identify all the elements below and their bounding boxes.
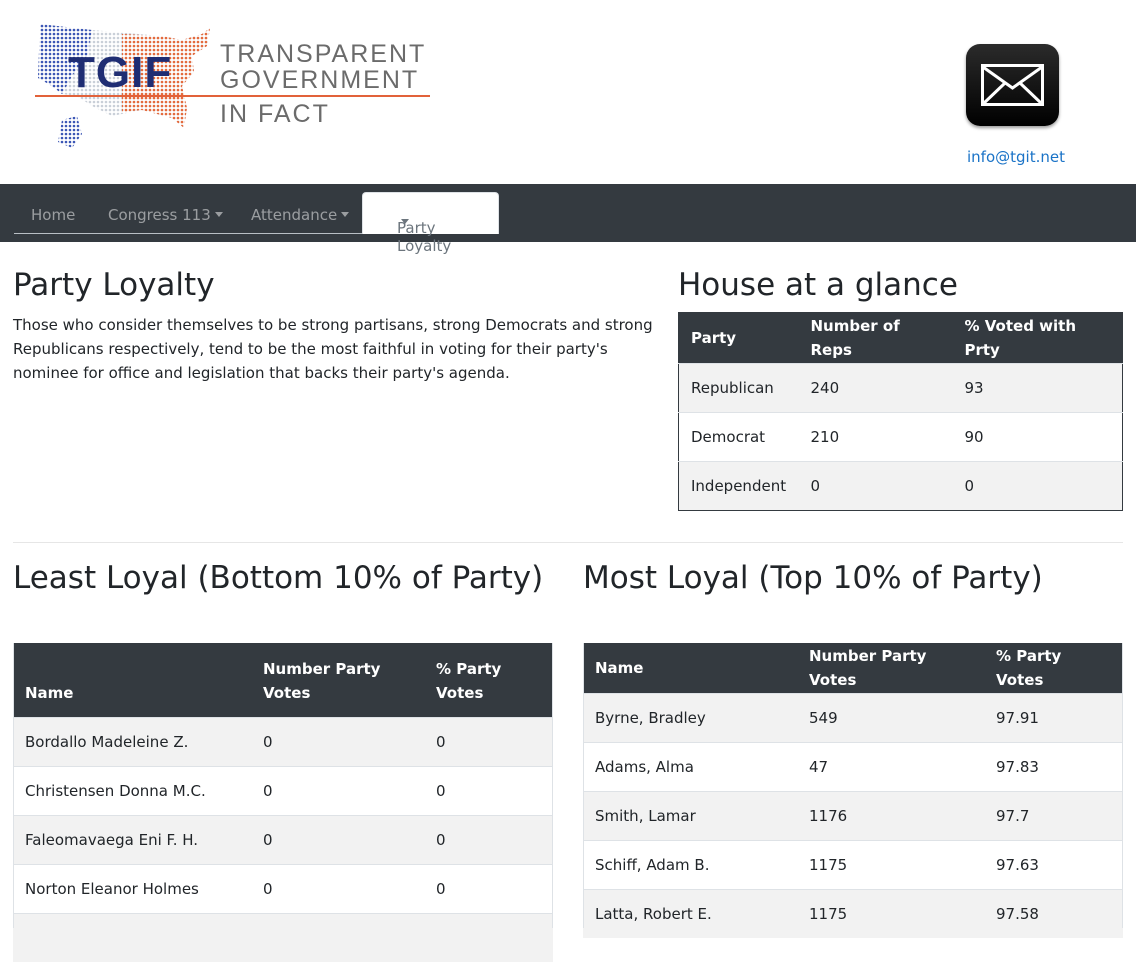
- least-loyal-table: Name Number Party Votes % Party Votes Bo…: [13, 643, 553, 962]
- table-header-row: Name Number Party Votes % Party Votes: [583, 643, 1123, 694]
- cell-pct: 0: [424, 765, 553, 815]
- page-title: Party Loyalty: [13, 267, 215, 303]
- caret-down-icon: [401, 219, 409, 224]
- cell-name: Schiff, Adam B.: [583, 840, 797, 890]
- table-row: Schiff, Adam B. 1175 97.63: [583, 840, 1123, 890]
- caret-down-icon: [341, 212, 350, 217]
- col-party: Party: [678, 312, 799, 364]
- table-row: Republican 240 93: [678, 363, 1123, 413]
- col-num-party-votes: Number Party Votes: [251, 643, 424, 717]
- table-edge: [583, 643, 584, 928]
- logo-line-3: IN FACT: [220, 100, 330, 128]
- nav-congress-dropdown[interactable]: Congress 113: [108, 206, 223, 224]
- table-row: Byrne, Bradley 549 97.91: [583, 693, 1123, 743]
- cell-pct: 0: [424, 814, 553, 864]
- nav-party-loyalty-dropdown[interactable]: Party Loyalty: [362, 192, 499, 255]
- table-row: Smith, Lamar 1176 97.7: [583, 791, 1123, 841]
- cell-num-votes: 0: [251, 716, 424, 766]
- cell-pct: 97.83: [984, 742, 1123, 792]
- cell-num-votes: 1175: [797, 840, 984, 890]
- cell-pct: 97.58: [984, 889, 1123, 938]
- cell-name: Norton Eleanor Holmes: [13, 863, 251, 913]
- table-row: [13, 912, 553, 962]
- table-edge: [1122, 643, 1123, 928]
- section-divider: [13, 542, 1123, 543]
- nav-attendance-label: Attendance: [251, 206, 338, 224]
- table-row: Latta, Robert E. 1175 97.58: [583, 889, 1123, 938]
- cell-num-votes: 1176: [797, 791, 984, 841]
- cell-pct: 0: [424, 716, 553, 766]
- site-header: TGIF TRANSPARENT GOVERNMENT IN FACT info…: [0, 0, 1136, 184]
- cell-name: Bordallo Madeleine Z.: [13, 716, 251, 766]
- nav-home-label: Home: [31, 206, 76, 224]
- envelope-icon[interactable]: [966, 44, 1059, 126]
- table-header-row: Name Number Party Votes % Party Votes: [13, 643, 553, 717]
- house-glance-title: House at a glance: [678, 267, 958, 303]
- cell-num-reps: 0: [798, 461, 953, 511]
- most-loyal-table: Name Number Party Votes % Party Votes By…: [583, 643, 1123, 938]
- nav-loyalty-label: Party Loyalty: [397, 219, 452, 255]
- cell-pct: 97.7: [984, 791, 1123, 841]
- col-pct-party-votes: % Party Votes: [424, 643, 553, 717]
- col-num-party-votes: Number Party Votes: [797, 643, 984, 694]
- cell-name: Byrne, Bradley: [583, 693, 797, 743]
- cell-name: Latta, Robert E.: [583, 889, 797, 938]
- cell-pct: 0: [952, 461, 1123, 511]
- cell-party: Republican: [678, 363, 799, 413]
- col-name: Name: [583, 643, 797, 694]
- nav-attendance-dropdown[interactable]: Attendance: [251, 206, 350, 224]
- cell-num-reps: 210: [798, 412, 953, 462]
- cell-pct: 90: [952, 412, 1123, 462]
- cell-name: Smith, Lamar: [583, 791, 797, 841]
- cell-num-votes: [251, 912, 424, 962]
- table-row: Christensen Donna M.C. 0 0: [13, 765, 553, 815]
- table-row: Norton Eleanor Holmes 0 0: [13, 863, 553, 913]
- cell-num-votes: 549: [797, 693, 984, 743]
- intro-paragraph: Those who consider themselves to be stro…: [13, 316, 653, 382]
- table-row: Independent 0 0: [678, 461, 1123, 511]
- email-link[interactable]: info@tgit.net: [967, 148, 1065, 166]
- cell-name: Adams, Alma: [583, 742, 797, 792]
- logo-abbr: TGIF: [68, 48, 173, 97]
- cell-party: Democrat: [678, 412, 799, 462]
- cell-num-votes: 0: [251, 863, 424, 913]
- cell-name: Faleomavaega Eni F. H.: [13, 814, 251, 864]
- table-row: Democrat 210 90: [678, 412, 1123, 462]
- cell-pct: 97.91: [984, 693, 1123, 743]
- nav-congress-label: Congress 113: [108, 206, 211, 224]
- table-row: Adams, Alma 47 97.83: [583, 742, 1123, 792]
- nav-home[interactable]: Home: [31, 206, 75, 224]
- cell-num-votes: 1175: [797, 889, 984, 938]
- cell-name: [13, 912, 251, 962]
- caret-down-icon: [214, 212, 223, 217]
- cell-name: Christensen Donna M.C.: [13, 765, 251, 815]
- cell-num-votes: 0: [251, 814, 424, 864]
- table-row: Bordallo Madeleine Z. 0 0: [13, 716, 553, 766]
- logo-line-2: GOVERNMENT: [220, 66, 420, 94]
- most-loyal-title: Most Loyal (Top 10% of Party): [583, 560, 1043, 596]
- col-num-reps: Number of Reps: [798, 312, 953, 364]
- cell-num-reps: 240: [798, 363, 953, 413]
- col-pct-party-votes: % Party Votes: [984, 643, 1123, 694]
- table-edge: [552, 643, 553, 928]
- house-glance-table: Party Number of Reps % Voted with Prty R…: [678, 312, 1123, 511]
- tgif-logo[interactable]: TGIF TRANSPARENT GOVERNMENT IN FACT: [32, 16, 432, 156]
- least-loyal-title: Least Loyal (Bottom 10% of Party): [13, 560, 544, 596]
- table-edge: [13, 643, 14, 928]
- cell-pct: 97.63: [984, 840, 1123, 890]
- cell-party: Independent: [678, 461, 799, 511]
- table-header-row: Party Number of Reps % Voted with Prty: [678, 312, 1123, 364]
- cell-pct: 0: [424, 863, 553, 913]
- cell-pct: [424, 912, 553, 962]
- table-row: Faleomavaega Eni F. H. 0 0: [13, 814, 553, 864]
- logo-line-1: TRANSPARENT: [220, 40, 427, 68]
- nav-tabs-underline: [14, 233, 364, 234]
- col-name: Name: [13, 643, 251, 717]
- cell-num-votes: 47: [797, 742, 984, 792]
- cell-pct: 93: [952, 363, 1123, 413]
- col-pct-voted: % Voted with Prty: [952, 312, 1123, 364]
- cell-num-votes: 0: [251, 765, 424, 815]
